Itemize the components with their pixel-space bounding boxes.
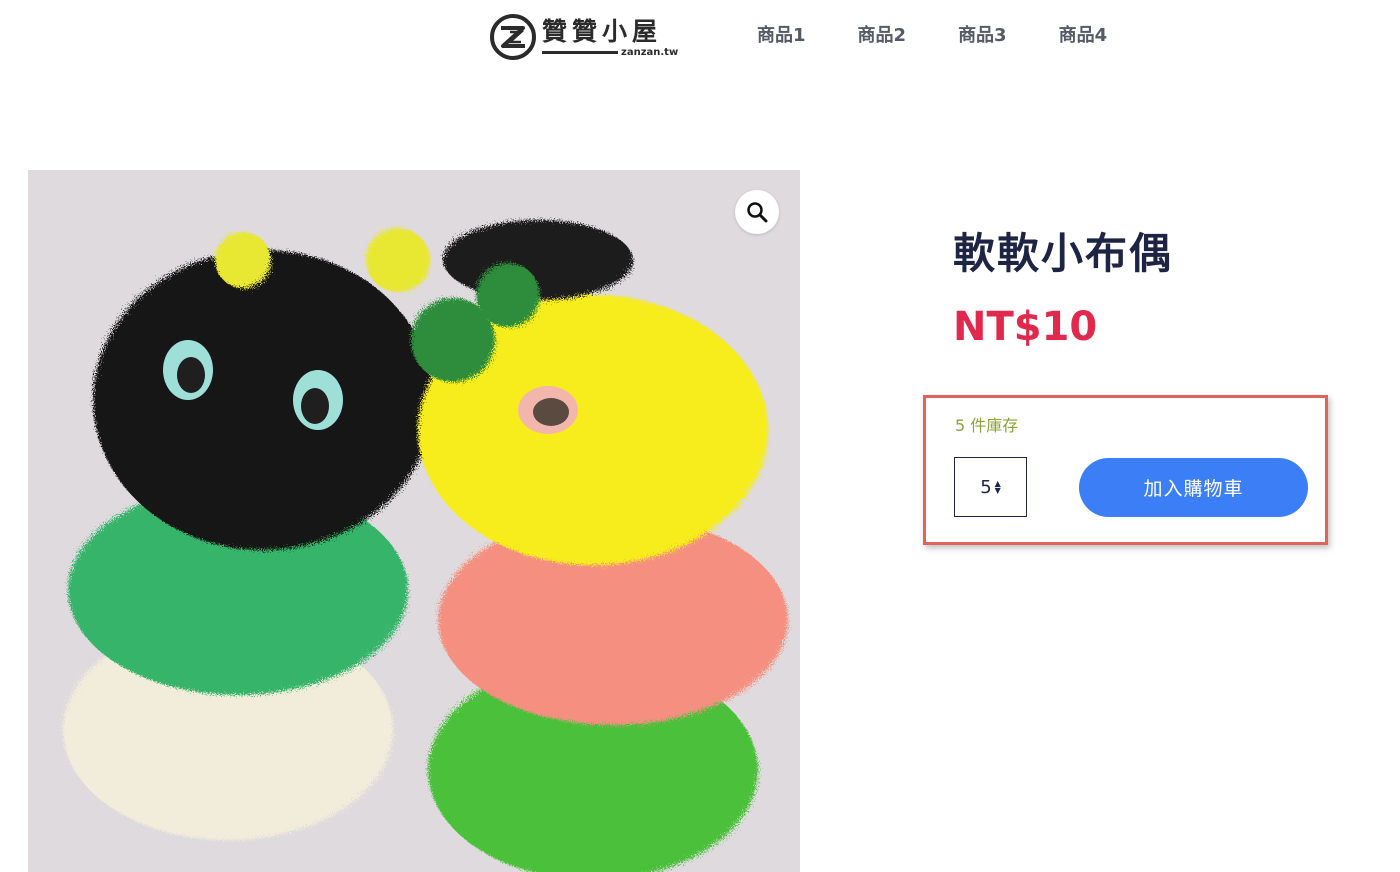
zoom-button[interactable]: [735, 190, 779, 234]
logo-divider: [542, 50, 618, 54]
logo-z-icon: [490, 14, 536, 60]
add-to-cart-button[interactable]: 加入購物車: [1079, 458, 1308, 517]
nav-item-product3[interactable]: 商品3: [958, 24, 1007, 48]
logo-text: 贊贊小屋 zanzan.tw: [542, 17, 678, 58]
nav-item-product4[interactable]: 商品4: [1059, 24, 1108, 48]
site-domain: zanzan.tw: [621, 46, 679, 58]
plush-toy-photo: [28, 170, 800, 872]
product-image[interactable]: [28, 170, 800, 872]
quantity-value: 5: [980, 476, 992, 498]
quantity-stepper[interactable]: 5 ▲ ▼: [954, 457, 1027, 517]
magnifier-icon: [747, 202, 768, 223]
product-title: 軟軟小布偶: [953, 229, 1174, 278]
product-price: NT$10: [953, 304, 1098, 350]
spinner-arrows-icon[interactable]: ▲ ▼: [995, 480, 1001, 495]
site-logo[interactable]: 贊贊小屋 zanzan.tw: [488, 12, 678, 62]
nav-item-product1[interactable]: 商品1: [757, 24, 806, 48]
main-nav: 商品1 商品2 商品3 商品4: [757, 24, 1159, 48]
site-name: 贊贊小屋: [542, 16, 663, 46]
nav-item-product2[interactable]: 商品2: [858, 24, 907, 48]
stock-status: 5 件庫存: [955, 416, 1019, 435]
